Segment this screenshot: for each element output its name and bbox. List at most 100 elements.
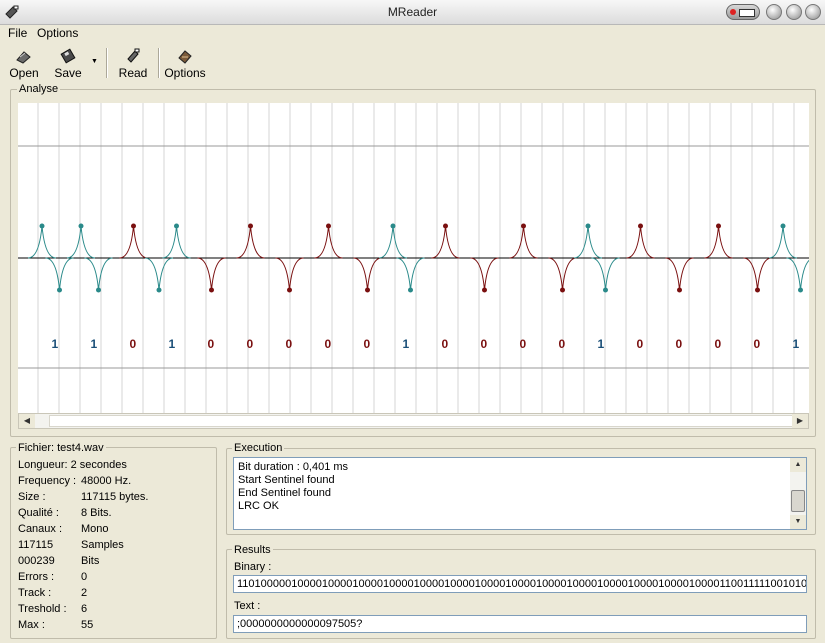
pulse-peak-marker	[209, 287, 214, 293]
file-info-value: 0	[81, 571, 88, 583]
toolbar-separator	[158, 48, 160, 78]
plot-horizontal-scrollbar[interactable]: ◀ ▶	[18, 413, 809, 429]
signal-pulse	[470, 257, 499, 291]
execution-label: Execution	[232, 442, 285, 454]
execution-log[interactable]: Bit duration : 0,401 ms Start Sentinel fo…	[233, 457, 807, 530]
file-info-key: 000239	[18, 555, 55, 567]
text-field[interactable]: ;0000000000000097505?	[233, 615, 807, 633]
bit-label: 0	[676, 337, 683, 351]
scroll-up-button[interactable]: ▲	[790, 458, 806, 472]
file-info-row: Size : 117115 bytes.	[18, 491, 208, 503]
scroll-right-button[interactable]: ▶	[792, 414, 808, 428]
signal-pulse	[396, 257, 425, 291]
pulse-peak-marker	[585, 223, 591, 229]
menu-file[interactable]: File	[8, 26, 27, 40]
pulse-peak-marker	[521, 223, 526, 229]
bit-label: 0	[637, 337, 644, 351]
bit-label: 1	[793, 337, 800, 351]
signal-pulse	[314, 225, 343, 259]
signal-pulse	[353, 257, 382, 291]
options-button[interactable]: Options	[164, 46, 206, 82]
pulse-peak-marker	[408, 287, 413, 293]
maximize-button[interactable]	[786, 4, 802, 20]
signal-pulse	[626, 225, 655, 259]
signal-pulse	[236, 225, 265, 259]
signal-pulse	[704, 225, 733, 259]
pulse-peak-marker	[156, 287, 162, 293]
file-info-key: Max :	[18, 619, 45, 631]
log-scroll-thumb[interactable]	[791, 490, 805, 512]
read-button[interactable]: Read	[116, 46, 150, 82]
minimize-button[interactable]	[766, 4, 782, 20]
file-info-row: Treshold : 6	[18, 603, 208, 615]
pulse-peak-marker	[39, 223, 45, 229]
close-button[interactable]	[805, 4, 821, 20]
bit-label: 1	[403, 337, 410, 351]
bit-label: 0	[754, 337, 761, 351]
file-name: Fichier: test4.wav	[16, 442, 106, 454]
open-button[interactable]: Open	[8, 46, 40, 82]
scroll-thumb[interactable]	[49, 415, 806, 427]
scroll-left-button[interactable]: ◀	[19, 414, 35, 428]
signal-pulse	[27, 225, 57, 259]
file-info-row: Track : 2	[18, 587, 208, 599]
pulse-peak-marker	[326, 223, 331, 229]
signal-pulse	[197, 257, 226, 291]
file-info-value: Bits	[81, 555, 100, 567]
bit-label: 0	[247, 337, 254, 351]
bit-label: 0	[559, 337, 566, 351]
file-info-key: Size :	[18, 491, 46, 503]
bit-label: 0	[286, 337, 293, 351]
log-line: End Sentinel found	[238, 487, 331, 499]
scroll-down-button[interactable]: ▼	[790, 515, 806, 529]
signal-pulse	[144, 257, 174, 291]
signal-pulse	[573, 225, 603, 259]
bit-label: 1	[598, 337, 605, 351]
log-line: Start Sentinel found	[238, 474, 335, 486]
open-icon	[16, 51, 31, 64]
text-label: Text :	[234, 600, 261, 612]
read-label: Read	[118, 66, 148, 80]
file-info-row: Frequency : 48000 Hz.	[18, 475, 208, 487]
toolbar-separator	[106, 48, 108, 78]
log-vertical-scrollbar[interactable]: ▲ ▼	[790, 458, 806, 529]
file-info-value: 55	[81, 619, 94, 631]
log-line: Bit duration : 0,401 ms	[238, 461, 349, 473]
pulse-peak-marker	[798, 287, 803, 293]
pulse-peak-marker	[57, 287, 62, 293]
bit-label: 0	[364, 337, 371, 351]
signal-pulse	[84, 257, 113, 291]
file-info-row: 000239 Bits	[18, 555, 208, 567]
signal-pulse	[431, 225, 460, 259]
bit-label: 0	[520, 337, 527, 351]
file-info-key: Errors :	[18, 571, 55, 583]
file-info-value: 48000 Hz.	[81, 475, 132, 487]
file-info-key: Qualité :	[18, 507, 59, 519]
pulse-peak-marker	[603, 287, 608, 293]
save-icon	[60, 48, 76, 64]
file-info-key: Track :	[18, 587, 52, 599]
menu-options[interactable]: Options	[37, 26, 78, 40]
file-info-value: Mono	[81, 523, 109, 535]
save-dropdown-icon[interactable]: ▼	[91, 58, 98, 65]
signal-pulse	[743, 257, 772, 291]
pulse-peak-marker	[131, 223, 136, 229]
file-info-row: Errors : 0	[18, 571, 208, 583]
pulse-peak-marker	[638, 223, 643, 229]
file-info-row: Max : 55	[18, 619, 208, 631]
file-info-row: 117115 Samples	[18, 539, 208, 551]
save-button[interactable]: Save	[52, 46, 84, 82]
window-pill-icon[interactable]	[726, 4, 760, 20]
pulse-peak-marker	[365, 287, 370, 293]
signal-pulse	[509, 225, 538, 259]
menu-bar	[0, 24, 825, 42]
file-info-value: 6	[81, 603, 88, 615]
pulse-peak-marker	[443, 223, 448, 229]
file-info-key: Treshold :	[18, 603, 67, 615]
window-title: MReader	[387, 5, 438, 19]
binary-field[interactable]: 1101000001000010000100001000010000100001…	[233, 575, 807, 593]
bit-label: 0	[481, 337, 488, 351]
pulse-peak-marker	[390, 223, 396, 229]
bit-label: 0	[325, 337, 332, 351]
bit-label: 0	[715, 337, 722, 351]
